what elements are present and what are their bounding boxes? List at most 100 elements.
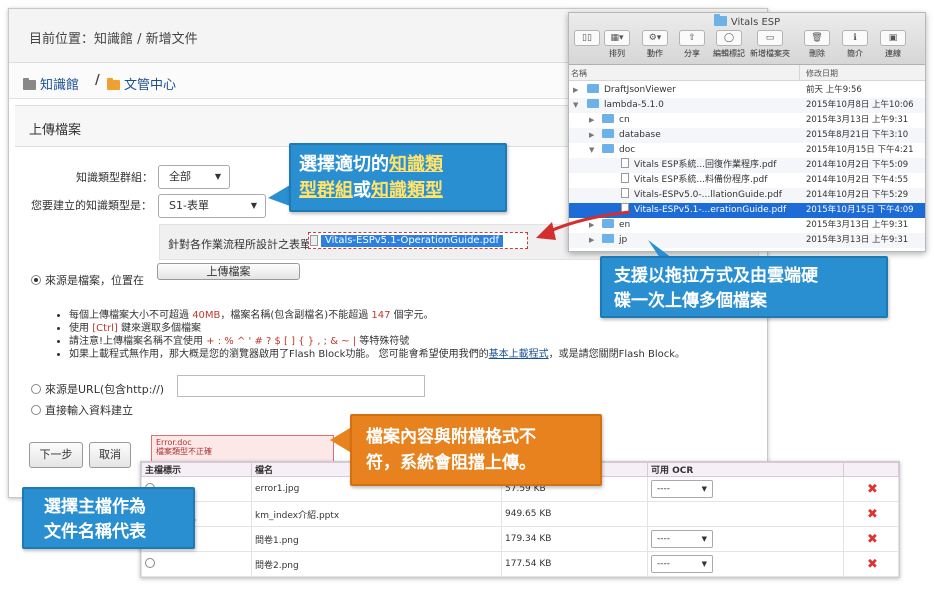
col-delete (843, 462, 899, 477)
ocr-select[interactable]: ---- ▼ (651, 480, 713, 498)
url-input[interactable] (177, 375, 425, 397)
finder-window: Vitals ESP ▯▯ ▦▾ 排列 ⚙▾ 動作 ⇧ 分享 ◯ 編輯標記 ▭ 新增檔案夾… (568, 12, 926, 252)
delete-icon[interactable]: ✖ (867, 557, 878, 572)
folder-icon (602, 219, 614, 228)
pdf-file-icon (621, 173, 629, 183)
info-button[interactable]: ℹ 簡介 (835, 30, 875, 59)
file-name: km_index介紹.pptx (251, 501, 502, 527)
ocr-select[interactable]: ---- ▼ (651, 555, 713, 573)
finder-row[interactable]: Vitals ESP系統...回復作業程序.pdf 2014年10月2日 下午5:… (569, 158, 925, 173)
pdf-file-icon (621, 188, 629, 198)
table-row: 問卷1.png 179.34 KB ---- ▼ ✖ (141, 526, 899, 552)
callout-drag-drop: 支援以拖拉方式及由雲端硬 碟一次上傳多個檔案 (600, 256, 888, 318)
pdf-file-icon (621, 203, 629, 213)
new-folder-button[interactable]: ▭ 新增檔案夾 (750, 30, 790, 59)
disclosure-down-icon[interactable]: ▼ (589, 143, 594, 158)
file-name: 問卷2.png (251, 551, 502, 577)
main-file-radio[interactable] (145, 558, 155, 568)
group-select[interactable]: 全部 ▼ (158, 165, 230, 189)
radio-selected[interactable] (31, 275, 41, 285)
finder-row[interactable]: ▶ DraftJsonViewer 前天 上午9:56 (569, 83, 925, 98)
delete-button[interactable]: 🗑 刪除 (797, 30, 837, 59)
section-title: 上傳檔案 (29, 123, 82, 138)
folder-icon (587, 84, 599, 93)
callout-main-file: 選擇主檔作為 文件名稱代表 (22, 487, 195, 549)
folder-icon (587, 99, 599, 108)
folder-icon (23, 78, 36, 90)
dropdown-arrow-icon: ▼ (701, 485, 707, 493)
col-ocr: 可用 OCR (647, 462, 844, 477)
next-button[interactable]: 下一步 (29, 442, 83, 468)
edit-tags-button[interactable]: ◯ 編輯標記 (709, 30, 749, 59)
gear-icon: ⚙▾ (642, 30, 668, 46)
radio-unselected[interactable] (31, 384, 41, 394)
finder-row[interactable]: ▶ database 2015年8月21日 下午3:10 (569, 128, 925, 143)
disclosure-right-icon[interactable]: ▶ (573, 83, 578, 98)
connect-button[interactable]: ▣ 連線 (873, 30, 913, 59)
radio-unselected[interactable] (31, 405, 41, 415)
column-divider (799, 65, 800, 81)
file-size: 177.54 KB (501, 551, 648, 577)
arrange-button[interactable]: ▦▾ 排列 (597, 30, 637, 59)
folder-icon (602, 234, 614, 243)
nav-separator: / (95, 73, 100, 88)
finder-column-header: 名稱 修改日期 (569, 65, 925, 81)
note-flash: 如果上載程式無作用，那大概是您的瀏覽器啟用了Flash Block功能。 您可能… (69, 348, 685, 361)
delete-icon[interactable]: ✖ (867, 532, 878, 547)
dropdown-arrow-icon: ▼ (214, 172, 221, 181)
finder-row[interactable]: ▶ en 2015年3月13日 上午9:31 (569, 218, 925, 233)
dropdown-arrow-icon: ▼ (701, 560, 707, 568)
finder-row[interactable]: Vitals-ESPv5.0-...llationGuide.pdf 2014年1… (569, 188, 925, 203)
finder-row-selected[interactable]: Vitals-ESPv5.1-...erationGuide.pdf 2015年1… (569, 203, 925, 218)
trash-icon: 🗑 (804, 30, 830, 46)
direct-input-option[interactable]: 直接輸入資料建立 (31, 402, 133, 418)
ocr-select[interactable]: ---- ▼ (651, 530, 713, 548)
col-main-file: 主檔標示 (141, 462, 252, 477)
nav-item-doc-center[interactable]: 文管中心 (107, 74, 176, 93)
dragged-file[interactable]: Vitals-ESPv5.1-OperationGuide.pdf (308, 232, 528, 249)
error-file-box: Error.doc 檔案類型不正確 (151, 435, 334, 463)
delete-icon[interactable]: ✖ (867, 482, 878, 497)
tag-icon: ◯ (716, 30, 742, 46)
note-chars: 請注意!上傳檔案名稱不宜使用 + : % ^ ' # ? $ [ ] { } ,… (69, 335, 685, 348)
finder-row[interactable]: ▼ lambda-5.1.0 2015年10月8日 上午10:06 (569, 98, 925, 113)
disclosure-right-icon[interactable]: ▶ (589, 233, 594, 248)
basic-uploader-link[interactable]: 基本上載程式 (489, 349, 549, 360)
table-row: km_index介紹.pptx 949.65 KB ✖ (141, 501, 899, 527)
table-row: 問卷2.png 177.54 KB ---- ▼ ✖ (141, 551, 899, 577)
disclosure-down-icon[interactable]: ▼ (573, 98, 578, 113)
col-name[interactable]: 名稱 (571, 68, 587, 79)
file-size: 949.65 KB (501, 501, 648, 527)
finder-title: Vitals ESP (569, 14, 925, 28)
action-button[interactable]: ⚙▾ 動作 (635, 30, 675, 59)
delete-icon[interactable]: ✖ (867, 507, 878, 522)
note-ctrl: 使用 [Ctrl] 鍵來選取多個檔案 (69, 322, 685, 335)
note-size: 每個上傳檔案大小不可超過 40MB，檔案名稱(包含副檔名)不能超過 147 個字… (69, 309, 685, 322)
upload-notes: 每個上傳檔案大小不可超過 40MB，檔案名稱(包含副檔名)不能超過 147 個字… (69, 309, 685, 361)
finder-row[interactable]: ▼ doc 2015年10月15日 下午4:21 (569, 143, 925, 158)
type-label: 您要建立的知識類型是： (31, 199, 152, 212)
error-message: 檔案類型不正確 (156, 447, 212, 456)
type-select[interactable]: S1-表單 ▼ (158, 194, 266, 218)
folder-icon (602, 129, 614, 138)
folder-icon (107, 78, 120, 90)
file-name: 問卷1.png (251, 526, 502, 552)
finder-row[interactable]: ▶ cn 2015年3月13日 上午9:31 (569, 113, 925, 128)
source-url-option[interactable]: 來源是URL(包含http://) (31, 381, 164, 397)
disclosure-right-icon[interactable]: ▶ (589, 128, 594, 143)
cancel-button[interactable]: 取消 (89, 442, 131, 468)
nav-item-knowledge[interactable]: 知識館 (23, 74, 79, 93)
disclosure-right-icon[interactable]: ▶ (589, 113, 594, 128)
file-size: 179.34 KB (501, 526, 648, 552)
source-file-option[interactable]: 來源是檔案，位置在 (31, 272, 144, 288)
finder-row[interactable]: Vitals ESP系統...料備份程序.pdf 2014年10月2日 下午4:5… (569, 173, 925, 188)
pdf-file-icon (310, 235, 318, 246)
col-date[interactable]: 修改日期 (806, 68, 838, 79)
finder-toolbar: Vitals ESP ▯▯ ▦▾ 排列 ⚙▾ 動作 ⇧ 分享 ◯ 編輯標記 ▭ 新增檔案夾… (569, 13, 925, 65)
dropdown-arrow-icon: ▼ (250, 201, 257, 210)
disclosure-right-icon[interactable]: ▶ (589, 218, 594, 233)
breadcrumb: 目前位置：知識館 / 新增文件 (29, 32, 198, 47)
upload-file-button[interactable]: 上傳檔案 (157, 263, 300, 280)
finder-row[interactable]: ▶ jp 2015年3月13日 上午9:31 (569, 233, 925, 248)
share-button[interactable]: ⇧ 分享 (672, 30, 712, 59)
